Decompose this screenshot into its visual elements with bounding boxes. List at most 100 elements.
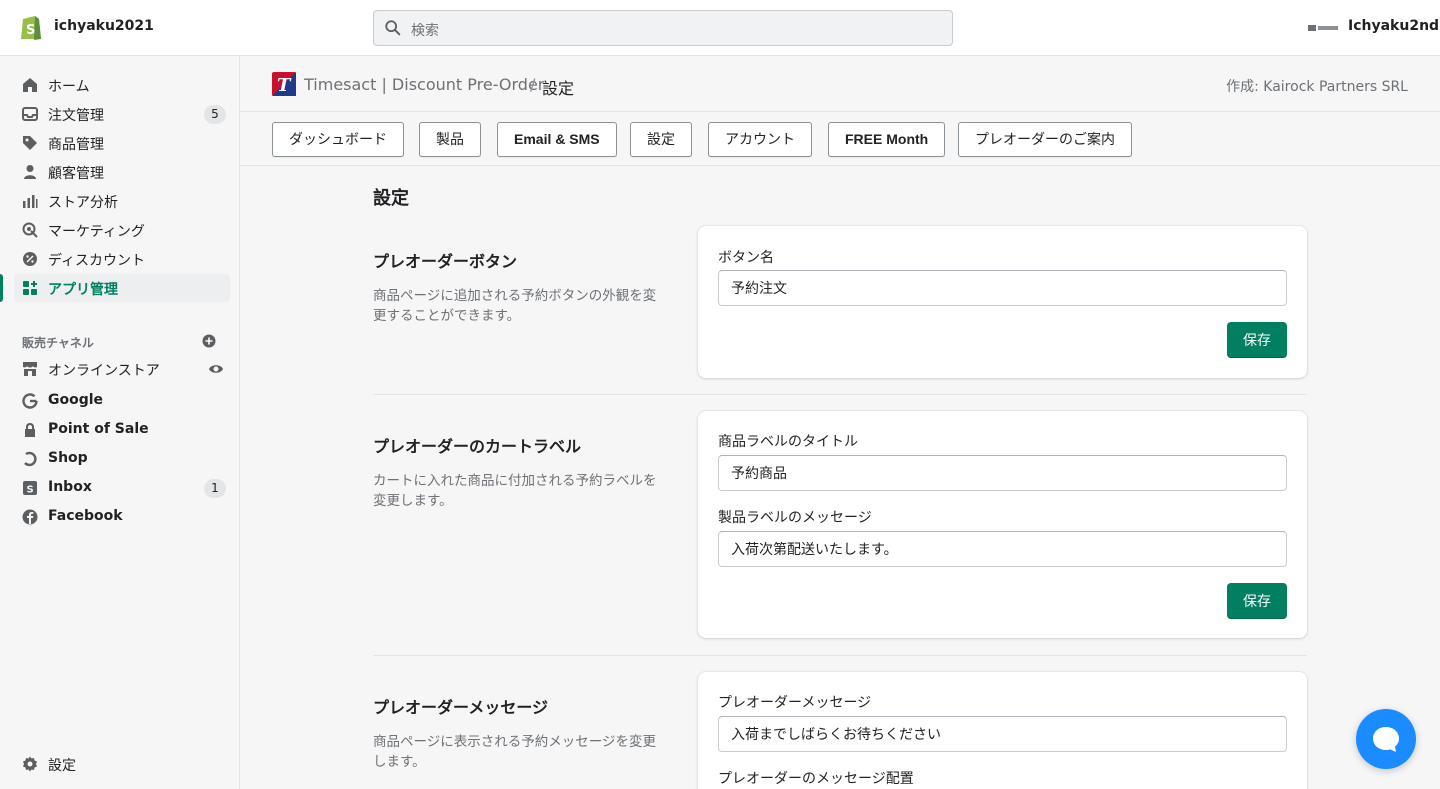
card-cart-label: 商品ラベルのタイトル 製品ラベルのメッセージ 保存 (698, 411, 1307, 638)
sidebar-item-label: ストア分析 (48, 195, 118, 211)
chat-launcher-button[interactable] (1356, 709, 1416, 769)
sidebar-item-label: 顧客管理 (48, 166, 104, 182)
section-divider (373, 655, 1307, 656)
search-icon (385, 20, 401, 36)
store-name[interactable]: ichyaku2021 (54, 18, 154, 34)
store-icon (23, 362, 37, 376)
field-label-preorder-message: プレオーダーメッセージ (718, 695, 872, 711)
analytics-icon (23, 195, 38, 208)
section-title-cart-label: プレオーダーのカートラベル (373, 437, 582, 456)
section-desc-cart-label: カートに入れた商品に付加される予約ラベルを変更します。 (373, 473, 657, 509)
section-title-preorder-button: プレオーダーボタン (373, 252, 518, 271)
section-title-preorder-message: プレオーダーメッセージ (373, 698, 549, 717)
field-label-button-name: ボタン名 (718, 250, 774, 266)
tab-free-month[interactable]: FREE Month (828, 122, 946, 157)
discount-icon (23, 252, 37, 266)
sidebar-item-label: オンラインストア (48, 363, 160, 379)
sidebar-item-label: 設定 (48, 758, 76, 774)
user-avatar-icon[interactable] (1308, 22, 1338, 34)
sidebar-item-google[interactable]: Google (14, 387, 230, 415)
shop-icon (24, 451, 37, 467)
sidebar-item-label: Google (48, 392, 104, 408)
sidebar-item-label: Point of Sale (48, 421, 149, 437)
svg-text:S: S (27, 485, 34, 496)
search-placeholder: 検索 (411, 23, 439, 39)
tag-icon (23, 136, 37, 150)
breadcrumb-separator: / (530, 75, 536, 94)
field-label-message-position: プレオーダーのメッセージ配置 (718, 771, 914, 787)
sidebar-item-label: Inbox (48, 479, 92, 495)
sidebar-item-orders[interactable]: 注文管理 5 (14, 100, 230, 128)
sidebar-item-pos[interactable]: Point of Sale (14, 416, 230, 444)
tab-dashboard[interactable]: ダッシュボード (272, 122, 404, 157)
marketing-icon (22, 222, 38, 238)
search-input[interactable]: 検索 (373, 10, 953, 46)
add-channel-icon[interactable] (202, 334, 216, 348)
sidebar-item-analytics[interactable]: ストア分析 (14, 187, 230, 215)
eye-icon[interactable] (208, 361, 224, 377)
top-bar: S ichyaku2021 検索 Ichyaku2nd (0, 0, 1440, 56)
field-label-label-message: 製品ラベルのメッセージ (718, 510, 872, 526)
preorder-message-input[interactable] (718, 716, 1287, 752)
tab-settings[interactable]: 設定 (630, 122, 692, 157)
sidebar-item-home[interactable]: ホーム (14, 71, 230, 99)
chat-bubble-icon (1373, 727, 1399, 752)
user-name[interactable]: Ichyaku2nd (1348, 18, 1439, 34)
label-title-input[interactable] (718, 455, 1287, 491)
sidebar-item-label: アプリ管理 (48, 282, 118, 298)
tab-email-sms[interactable]: Email & SMS (497, 122, 617, 157)
orders-icon (22, 107, 38, 121)
sidebar-item-label: Shop (48, 450, 88, 466)
apps-icon (23, 281, 37, 295)
svg-text:T: T (277, 75, 292, 96)
sidebar-item-products[interactable]: 商品管理 (14, 129, 230, 157)
sidebar-item-marketing[interactable]: マーケティング (14, 216, 230, 244)
section-desc-preorder-button: 商品ページに追加される予約ボタンの外観を変更することができます。 (373, 288, 657, 324)
sidebar-item-label: ディスカウント (48, 253, 146, 269)
sidebar-item-inbox[interactable]: S Inbox 1 (14, 474, 230, 502)
save-button-cart-label[interactable]: 保存 (1227, 583, 1287, 619)
pos-icon (25, 423, 35, 437)
facebook-icon (22, 509, 38, 525)
sales-channels-heading: 販売チャネル (22, 336, 94, 350)
button-name-input[interactable] (718, 270, 1287, 306)
tab-account[interactable]: アカウント (708, 122, 812, 157)
sidebar-item-label: 商品管理 (48, 137, 104, 153)
sidebar-item-discounts[interactable]: ディスカウント (14, 245, 230, 273)
field-label-label-title: 商品ラベルのタイトル (718, 434, 858, 450)
sidebar-item-online-store[interactable]: オンラインストア (14, 355, 230, 383)
home-icon (23, 78, 37, 92)
google-icon (22, 393, 38, 409)
save-button-preorder-button[interactable]: 保存 (1227, 322, 1287, 358)
sidebar-item-facebook[interactable]: Facebook (14, 503, 230, 531)
section-divider (373, 394, 1307, 395)
sidebar-item-label: マーケティング (48, 224, 145, 240)
breadcrumb-current: 設定 (542, 79, 575, 98)
customer-icon (24, 165, 36, 179)
sidebar-item-shop[interactable]: Shop (14, 445, 230, 473)
app-header: T Timesact | Discount Pre-Order / 設定 作成:… (240, 56, 1440, 112)
sidebar-item-label: 注文管理 (48, 108, 104, 124)
app-nav-tabs: ダッシュボード 製品 Email & SMS 設定 アカウント FREE Mon… (240, 112, 1440, 166)
tab-preorder-guide[interactable]: プレオーダーのご案内 (958, 122, 1132, 157)
sidebar-item-label: Facebook (48, 508, 123, 524)
breadcrumb-app-name[interactable]: Timesact | Discount Pre-Order (304, 75, 544, 94)
sidebar-item-label: ホーム (48, 79, 90, 95)
app-author: 作成: Kairock Partners SRL (1226, 79, 1408, 95)
tab-products[interactable]: 製品 (419, 122, 481, 157)
page-title: 設定 (373, 188, 409, 209)
section-desc-preorder-message: 商品ページに表示される予約メッセージを変更します。 (373, 734, 656, 770)
timesact-logo-icon: T (272, 72, 296, 96)
gear-icon (23, 756, 37, 772)
sidebar-item-settings[interactable]: 設定 (14, 750, 230, 778)
sidebar-item-apps[interactable]: アプリ管理 (0, 274, 230, 302)
orders-count-badge: 5 (204, 105, 226, 124)
shopify-logo-icon[interactable]: S (20, 13, 42, 41)
sidebar: ホーム 注文管理 5 商品管理 顧客管理 ストア分析 マーケティング ディスカウ… (0, 56, 240, 789)
card-preorder-message: プレオーダーメッセージ プレオーダーのメッセージ配置 (698, 672, 1307, 789)
inbox-icon: S (23, 481, 37, 496)
inbox-count-badge: 1 (204, 479, 226, 498)
sidebar-item-customers[interactable]: 顧客管理 (14, 158, 230, 186)
svg-text:S: S (26, 23, 35, 38)
label-message-input[interactable] (718, 531, 1287, 567)
